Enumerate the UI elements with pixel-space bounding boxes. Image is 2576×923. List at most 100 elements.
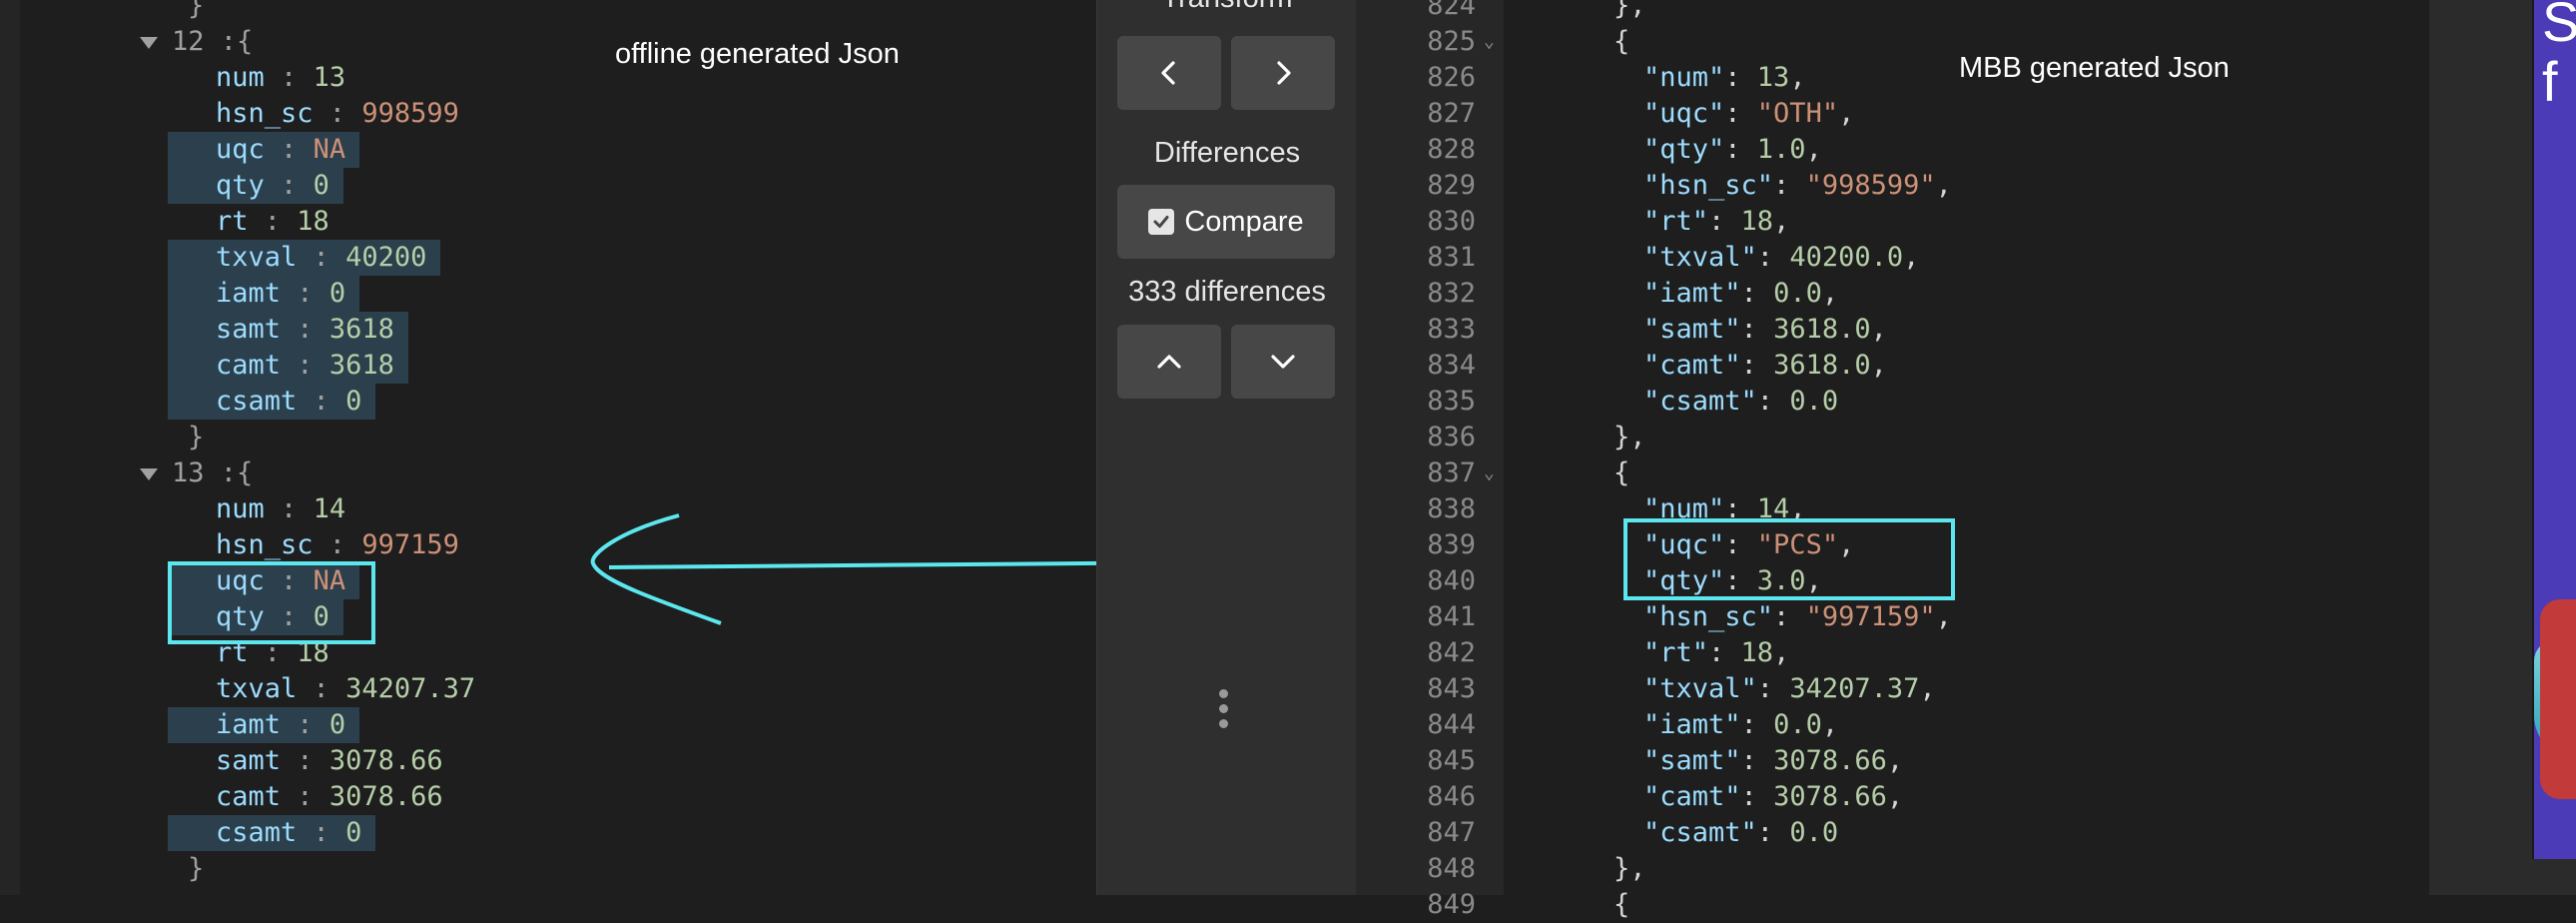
code-key: "camt" xyxy=(1643,350,1741,381)
tree-13-camt: camt : 3078.66 xyxy=(168,779,457,815)
next-difference-button[interactable] xyxy=(1231,325,1335,399)
previous-difference-button[interactable] xyxy=(1117,325,1221,399)
tree-separator: : xyxy=(281,278,329,309)
code-line-pair: "samt": 3078.66, xyxy=(1643,743,1903,779)
code-separator: : xyxy=(1740,278,1774,309)
code-key: "rt" xyxy=(1643,206,1709,237)
code-comma: , xyxy=(1919,673,1936,704)
code-line-pair: "hsn_sc": "998599", xyxy=(1643,168,1952,204)
code-line-pair: "iamt": 0.0, xyxy=(1643,276,1838,312)
tree-12-uqc: uqc : NA xyxy=(168,132,360,168)
code-line-punct: }, xyxy=(1613,0,1646,24)
tree-close-brace: } xyxy=(188,420,204,456)
code-line-pair: "csamt": 0.0 xyxy=(1643,815,1838,851)
code-line-pair: "num": 13, xyxy=(1643,60,1806,96)
tree-separator: : xyxy=(264,62,314,93)
tree-separator: : xyxy=(313,529,362,560)
thumbnail-image: S f xyxy=(2532,0,2576,859)
code-comma: , xyxy=(1773,206,1790,237)
code-value: 3618.0 xyxy=(1773,314,1871,345)
code-comma: , xyxy=(1821,278,1839,309)
code-comma: , xyxy=(1805,134,1822,165)
tree-separator: : xyxy=(264,170,314,201)
code-value: 0.0 xyxy=(1773,709,1822,740)
code-comma: , xyxy=(1838,98,1855,129)
left-tree-pane: } 12 :{num : 13 hsn_sc : 998599 uqc : NA qty… xyxy=(0,0,1561,895)
offline-annotation-label: offline generated Json xyxy=(615,38,900,70)
code-separator: : xyxy=(1708,206,1741,237)
tree-13-csamt: csamt : 0 xyxy=(168,815,376,851)
side-panel: S f xyxy=(2429,0,2576,895)
code-key: "iamt" xyxy=(1643,278,1741,309)
code-comma: , xyxy=(1903,242,1920,273)
tree-value: 34207.37 xyxy=(345,673,476,704)
line-number: 837 xyxy=(1427,458,1476,488)
tree-13-samt: samt : 3078.66 xyxy=(168,743,457,779)
line-number: 834 xyxy=(1427,350,1476,381)
line-number: 826 xyxy=(1427,62,1476,93)
tree-value: 0 xyxy=(328,278,346,309)
code-line-pair: "csamt": 0.0 xyxy=(1643,384,1838,420)
line-number: 836 xyxy=(1427,422,1476,453)
tree-separator: : xyxy=(281,350,329,381)
tree-separator: : xyxy=(248,206,298,237)
code-comma: , xyxy=(1935,170,1952,201)
tree-separator: : xyxy=(281,745,329,776)
code-comma: , xyxy=(1870,350,1887,381)
fold-chevron-icon[interactable]: ⌄ xyxy=(1484,24,1495,60)
tree-value: 40200 xyxy=(345,242,427,273)
tree-key: camt xyxy=(216,350,282,381)
line-number: 840 xyxy=(1427,565,1476,596)
tree-key: samt xyxy=(216,745,282,776)
tree-value: 0 xyxy=(345,386,362,417)
code-key: "rt" xyxy=(1643,637,1709,668)
transform-right-button[interactable] xyxy=(1231,36,1335,110)
collapse-caret-icon[interactable] xyxy=(140,467,158,480)
code-value: "998599" xyxy=(1805,170,1936,201)
code-separator: : xyxy=(1740,781,1774,812)
tree-12-samt: samt : 3618 xyxy=(168,312,408,348)
tree-value: 997159 xyxy=(361,529,459,560)
code-line-pair: "txval": 40200.0, xyxy=(1643,240,1919,276)
code-punct: { xyxy=(1613,458,1630,488)
tree-12-txval: txval : 40200 xyxy=(168,240,441,276)
brace: } xyxy=(188,422,205,453)
tree-key: num xyxy=(216,62,265,93)
tree-key: txval xyxy=(216,242,298,273)
code-line-pair: "rt": 18, xyxy=(1643,204,1789,240)
tree-node-12: 12 :{ xyxy=(140,24,253,60)
tree-key: num xyxy=(216,493,265,524)
tree-12-num: num : 13 xyxy=(168,60,359,96)
line-number: 829 xyxy=(1427,170,1476,201)
left-highlight-box xyxy=(168,561,375,644)
collapse-caret-icon[interactable] xyxy=(140,36,158,49)
colon: : xyxy=(220,26,238,57)
line-number: 830 xyxy=(1427,206,1476,237)
code-separator: : xyxy=(1740,350,1774,381)
fold-chevron-icon[interactable]: ⌄ xyxy=(1484,456,1495,491)
tree-key: csamt xyxy=(216,817,298,848)
line-number: 845 xyxy=(1427,745,1476,776)
tree-value: 998599 xyxy=(361,98,459,129)
code-value: 40200.0 xyxy=(1789,242,1904,273)
tree-key: samt xyxy=(216,314,282,345)
compare-button[interactable]: Compare xyxy=(1117,185,1335,259)
tree-key: camt xyxy=(216,781,282,812)
transform-left-button[interactable] xyxy=(1117,36,1221,110)
tree-separator: : xyxy=(297,817,346,848)
code-value: "997159" xyxy=(1805,601,1936,632)
tree-separator: : xyxy=(281,314,329,345)
code-separator: : xyxy=(1708,637,1741,668)
line-number: 833 xyxy=(1427,314,1476,345)
code-separator: : xyxy=(1740,709,1774,740)
chevron-left-icon xyxy=(1161,61,1175,85)
checkbox-checked-icon xyxy=(1148,209,1175,235)
code-value: "OTH" xyxy=(1756,98,1839,129)
code-key: "num" xyxy=(1643,62,1725,93)
vertical-dots-icon[interactable] xyxy=(1219,689,1228,734)
tree-12-hsn_sc: hsn_sc : 998599 xyxy=(168,96,473,132)
tree-value: 3618 xyxy=(328,350,394,381)
line-number: 832 xyxy=(1427,278,1476,309)
code-separator: : xyxy=(1773,601,1806,632)
transform-label: Transform xyxy=(1097,0,1357,15)
